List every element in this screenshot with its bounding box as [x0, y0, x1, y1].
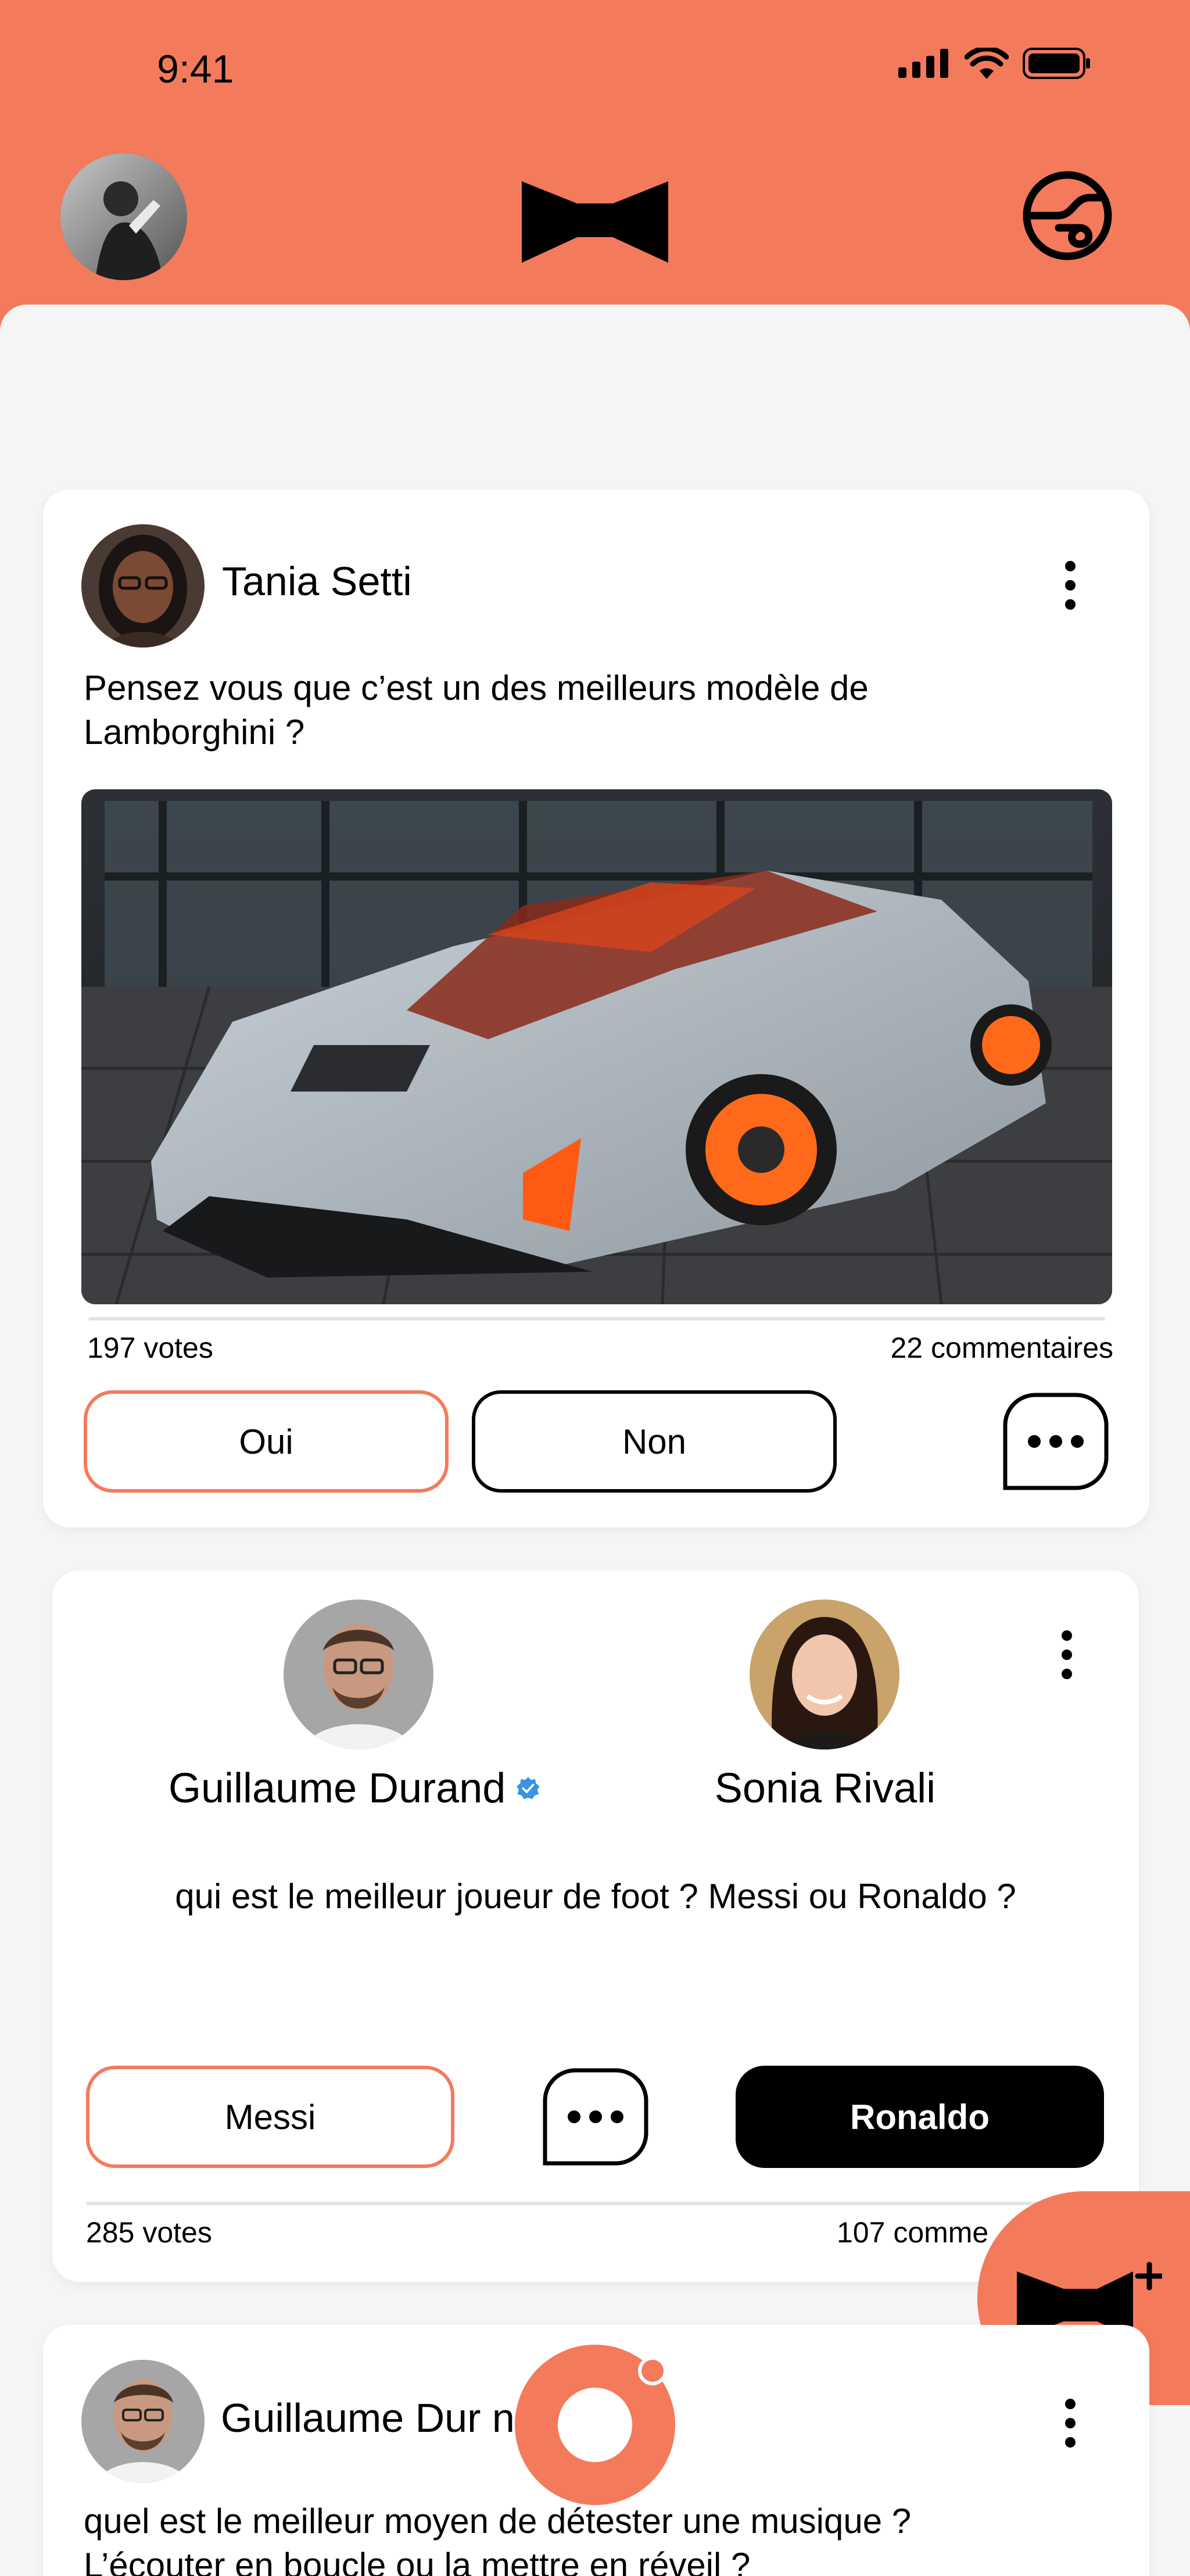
author-avatar[interactable] — [81, 524, 205, 647]
notification-dot — [638, 2356, 667, 2385]
author-avatar-image — [81, 2360, 205, 2483]
lamborghini-photo — [81, 789, 1112, 1304]
battery-icon — [1023, 48, 1090, 79]
post-question-line: quel est le meilleur moyen de détester u… — [84, 2502, 912, 2541]
bowtie-logo-icon[interactable] — [522, 178, 668, 263]
vote-option-b-button[interactable]: Ronaldo — [736, 2066, 1104, 2168]
vote-option-a-button[interactable]: Oui — [84, 1390, 449, 1493]
more-vertical-icon[interactable] — [1055, 1629, 1078, 1681]
author-right-name[interactable]: Sonia Rivali — [639, 1765, 1011, 1812]
post-question-line: Pensez vous que c’est un des meilleurs m… — [84, 668, 869, 707]
comment-count[interactable]: 107 comme — [837, 2216, 988, 2249]
status-icons — [898, 48, 1091, 79]
author-avatar[interactable] — [81, 2360, 205, 2483]
vote-option-b-button[interactable]: Non — [472, 1390, 837, 1493]
author-avatar-image — [284, 1600, 433, 1749]
author-left[interactable]: Guillaume Durand — [169, 1765, 540, 1812]
comment-bubble-icon[interactable] — [1001, 1390, 1111, 1493]
comment-bubble-icon[interactable] — [540, 2066, 651, 2168]
cellular-signal-icon — [898, 49, 948, 78]
app-header: 9:41 — [0, 0, 1190, 337]
post-question-line: Lamborghini ? — [84, 713, 305, 752]
author-avatar[interactable] — [750, 1600, 899, 1749]
vote-option-a-button[interactable]: Messi — [86, 2066, 454, 2168]
author-avatar-image — [750, 1600, 899, 1749]
user-avatar[interactable] — [60, 153, 187, 280]
post-question: Pensez vous que c’est un des meilleurs m… — [84, 666, 1106, 754]
comment-count[interactable]: 22 commentaires — [891, 1331, 1114, 1365]
wifi-icon — [965, 48, 1009, 79]
post-question: quel est le meilleur moyen de détester u… — [84, 2499, 1118, 2576]
post-card: Tania Setti Pensez vous que c’est un des… — [43, 489, 1149, 1527]
verified-badge-icon — [517, 1777, 540, 1799]
user-avatar-image — [60, 153, 187, 280]
divider — [88, 1317, 1105, 1321]
author-avatar-image — [81, 524, 205, 647]
status-time: 9:41 — [157, 47, 234, 91]
post-image[interactable] — [81, 789, 1112, 1304]
author-name[interactable]: Tania Setti — [222, 558, 412, 604]
author-avatar[interactable] — [284, 1600, 433, 1749]
profile-switch-icon[interactable] — [1021, 170, 1113, 262]
post-card: Guillaume Durand Sonia Rivali qui est le… — [52, 1570, 1139, 2282]
author-name: Guillaume Durand — [169, 1765, 506, 1812]
post-question: qui est le meilleur joueur de foot ? Mes… — [175, 1877, 1016, 1916]
post-question-line: L’écouter en boucle ou la mettre en réve… — [84, 2546, 751, 2576]
more-vertical-icon[interactable] — [1059, 559, 1082, 611]
more-vertical-icon[interactable] — [1059, 2397, 1082, 2449]
divider — [86, 2202, 1109, 2205]
author-name[interactable]: Guillaume Dur nd — [221, 2395, 537, 2441]
vote-count: 285 votes — [86, 2216, 212, 2249]
vote-count: 197 votes — [87, 1332, 213, 1364]
